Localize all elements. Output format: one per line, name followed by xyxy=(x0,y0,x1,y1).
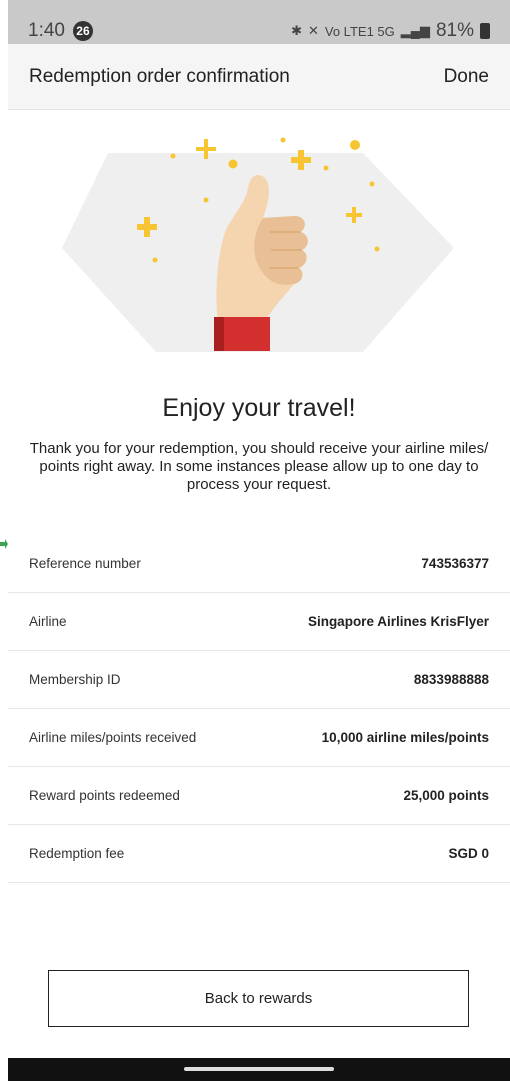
detail-value: 10,000 airline miles/points xyxy=(321,730,489,745)
screen: 1:40 26 ✱ ✕ Vo LTE1 5G ▂▄▆ 81% Redemptio… xyxy=(8,0,510,1081)
status-left: 1:40 26 xyxy=(28,20,93,42)
detail-label: Airline miles/points received xyxy=(29,730,197,745)
detail-value: SGD 0 xyxy=(448,846,489,861)
battery-icon xyxy=(480,23,490,39)
detail-row-redemption-fee: Redemption fee SGD 0 xyxy=(8,825,510,883)
home-gesture-handle[interactable] xyxy=(184,1067,334,1071)
detail-row-airline: Airline Singapore Airlines KrisFlyer xyxy=(8,593,510,651)
page-title: Redemption order confirmation xyxy=(29,65,290,87)
status-time: 1:40 xyxy=(28,20,65,41)
detail-row-miles-received: Airline miles/points received 10,000 air… xyxy=(8,709,510,767)
detail-value: 743536377 xyxy=(421,556,489,571)
headline: Enjoy your travel! xyxy=(162,394,356,422)
done-button[interactable]: Done xyxy=(444,66,489,88)
detail-value: 8833988888 xyxy=(413,672,489,687)
detail-row-membership-id: Membership ID 8833988888 xyxy=(8,651,510,709)
network-text: Vo LTE1 5G xyxy=(324,23,395,39)
edge-arrow-icon xyxy=(0,539,8,549)
detail-label: Reward points redeemed xyxy=(29,788,180,803)
detail-label: Airline xyxy=(29,614,67,629)
status-right: ✱ ✕ Vo LTE1 5G ▂▄▆ 81% xyxy=(291,20,490,42)
signal-icon: ▂▄▆ xyxy=(400,23,430,38)
detail-label: Membership ID xyxy=(29,672,121,687)
bluetooth-icon: ✱ xyxy=(291,23,302,38)
detail-row-points-redeemed: Reward points redeemed 25,000 points xyxy=(8,767,510,825)
detail-row-reference: Reference number 743536377 xyxy=(8,535,510,593)
detail-label: Redemption fee xyxy=(29,846,125,861)
navigation-bar xyxy=(8,1058,510,1081)
back-to-rewards-button[interactable]: Back to rewards xyxy=(48,970,469,1027)
app-bar: Redemption order confirmation Done xyxy=(8,44,510,110)
details-list: Reference number 743536377 Airline Singa… xyxy=(8,535,510,883)
detail-value: Singapore Airlines KrisFlyer xyxy=(307,614,489,629)
thumbs-up-illustration xyxy=(62,137,454,352)
detail-value: 25,000 points xyxy=(403,788,489,803)
notification-badge: 26 xyxy=(72,21,93,41)
mute-icon: ✕ xyxy=(307,23,319,38)
confirmation-message: Thank you for your redemption, you shoul… xyxy=(29,440,489,493)
detail-label: Reference number xyxy=(29,556,141,571)
battery-percent: 81% xyxy=(435,20,474,41)
